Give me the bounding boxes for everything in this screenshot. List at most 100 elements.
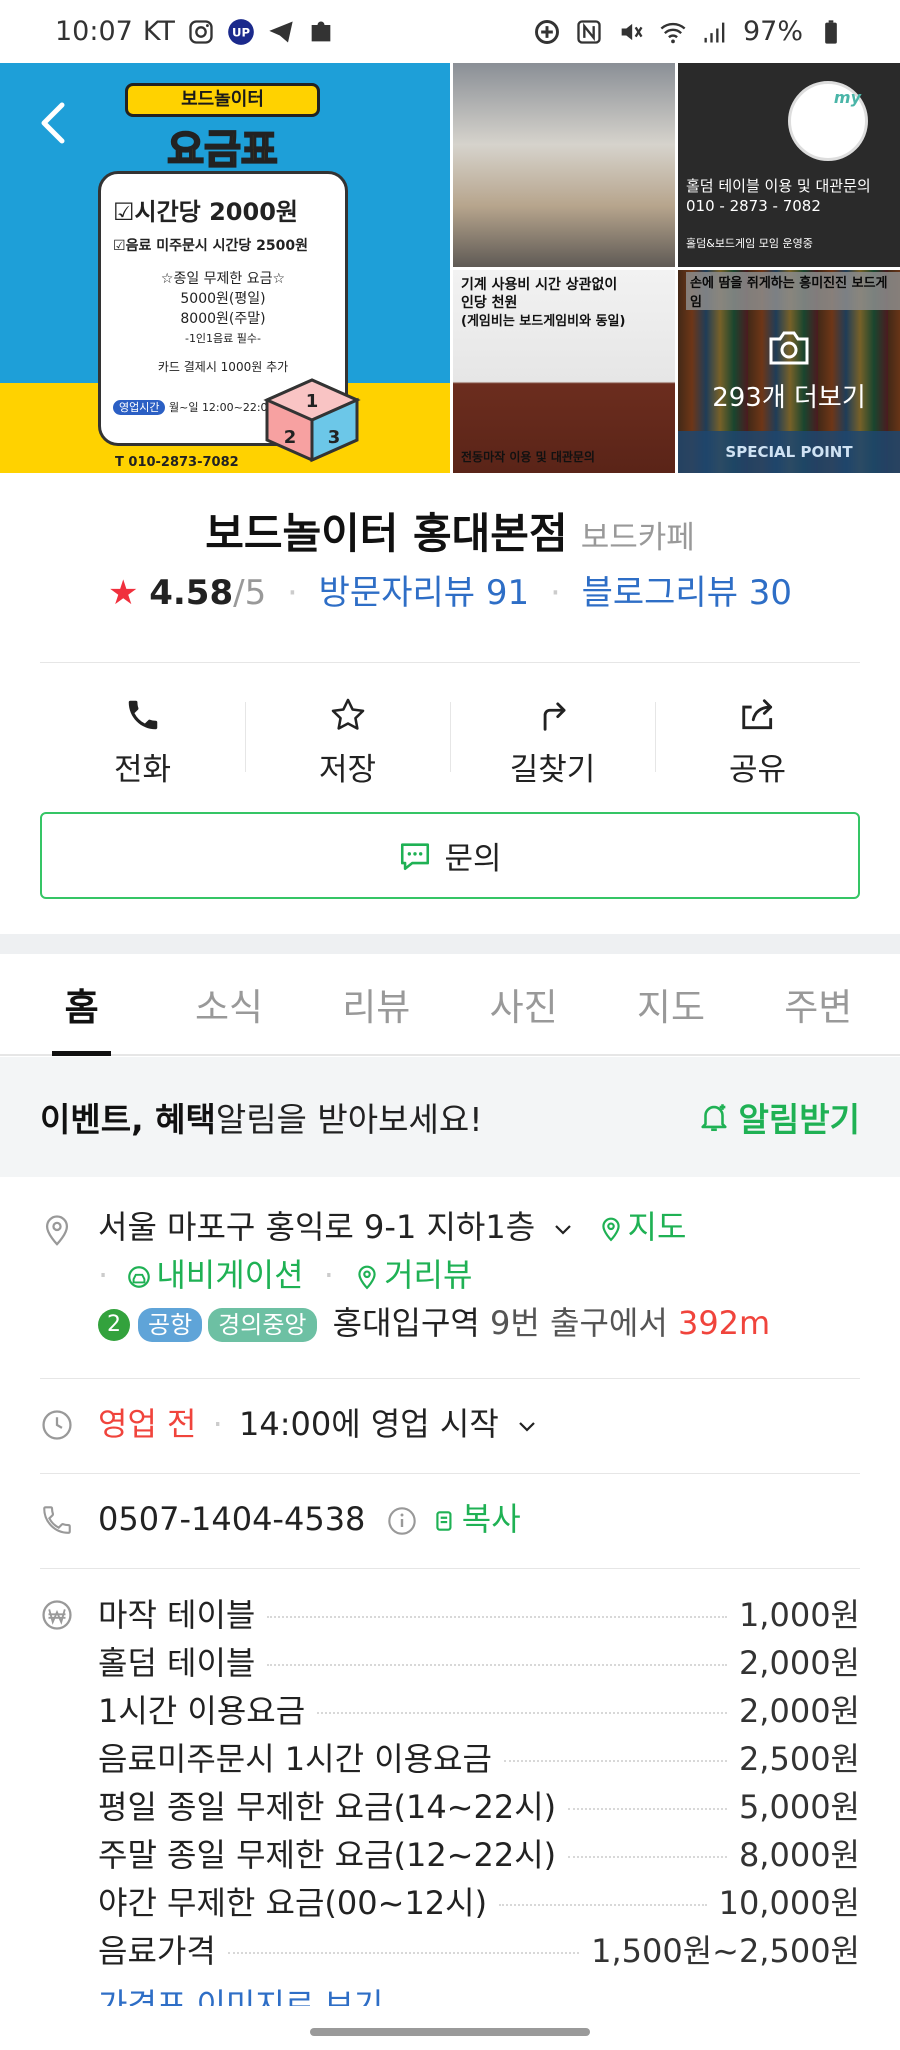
- svg-text:1: 1: [306, 391, 319, 412]
- tab-home[interactable]: 홈: [8, 954, 155, 1056]
- photo-caption: 홀덤 테이블 이용 및 대관문의: [686, 177, 871, 195]
- won-icon: [42, 1600, 72, 1630]
- location-pin-icon: [45, 1215, 69, 1246]
- station-name: 홍대입구역: [332, 1304, 480, 1342]
- save-label: 저장: [318, 751, 377, 788]
- share-icon: [741, 698, 772, 729]
- directions-button[interactable]: 길찾기: [450, 692, 655, 792]
- signal-icon: [704, 22, 725, 42]
- notification-banner: 이벤트, 혜택 알림을 받아보세요! 알림받기: [0, 1057, 900, 1177]
- tab-map[interactable]: 지도: [597, 954, 744, 1054]
- copy-icon: [436, 1511, 452, 1531]
- wifi-icon: [660, 22, 686, 43]
- more-photos-label: 293개 더보기: [712, 382, 866, 413]
- chevron-down-icon[interactable]: [515, 1414, 539, 1438]
- call-button[interactable]: 전화: [40, 692, 245, 792]
- open-time: 14:00에 영업 시작: [239, 1405, 499, 1443]
- camera-icon: [769, 331, 809, 365]
- inquiry-label: 문의: [444, 841, 502, 877]
- price-row: 야간 무제한 요금(00~12시) 10,000원: [98, 1884, 860, 1922]
- svg-text:2: 2: [284, 427, 297, 448]
- tab-reviews[interactable]: 리뷰: [303, 954, 450, 1054]
- photo-caption: 인당 천원: [461, 294, 518, 311]
- place-name: 보드놀이터 홍대본점: [205, 509, 568, 558]
- tab-news[interactable]: 소식: [155, 954, 302, 1054]
- separator-dot: ·: [287, 573, 298, 613]
- address-body: 서울 마포구 홍익로 9-1 지하1층 지도 · 내비게이션 · 거리뷰 2 공항…: [98, 1203, 860, 1347]
- photo-gallery[interactable]: 보드놀이터 요금표 ☑시간당 2000원 ☑음료 미주문시 시간당 2500원 …: [0, 63, 900, 473]
- rating-value: 4.58: [149, 573, 234, 613]
- poster-line: ☑음료 미주문시 시간당 2500원: [113, 238, 308, 254]
- gyeongui-line-badge: 경의중앙: [208, 1308, 317, 1342]
- address-text[interactable]: 서울 마포구 홍익로 9-1 지하1층: [98, 1208, 535, 1246]
- phone-number[interactable]: 0507-1404-4538: [98, 1500, 365, 1538]
- back-arrow-icon[interactable]: [30, 93, 80, 153]
- tab-photos[interactable]: 사진: [450, 954, 597, 1054]
- share-button[interactable]: 공유: [655, 692, 860, 792]
- gallery-photo[interactable]: my 홀덤 테이블 이용 및 대관문의 010 - 2873 - 7082 홀덤…: [678, 63, 900, 267]
- section-gap: [0, 934, 900, 954]
- star-icon: ★: [107, 573, 139, 613]
- puzzle-icon: [311, 21, 331, 41]
- poster-line: ☆종일 무제한 요금☆: [160, 271, 286, 287]
- bell-plus-icon: [700, 1104, 727, 1132]
- poster-line: -1인1음료 필수-: [184, 332, 262, 345]
- divider: [40, 1568, 860, 1569]
- poster-phone: T 010-2873-7082: [115, 455, 239, 470]
- price-row: 홀덤 테이블 2,000원: [98, 1644, 860, 1682]
- gallery-photo[interactable]: 기계 사용비 시간 상관없이 인당 천원 (게임비는 보드게임비와 동일) 전동…: [453, 269, 675, 473]
- notice-bold: 이벤트, 혜택: [40, 1100, 216, 1139]
- notice-text: 알림을 받아보세요!: [215, 1100, 483, 1139]
- street-view-link[interactable]: 거리뷰: [354, 1256, 472, 1294]
- map-pin-icon: [601, 1217, 620, 1242]
- price-list: 마작 테이블 1,000원 홀덤 테이블 2,000원 1시간 이용요금 2,000원…: [98, 1590, 860, 1974]
- home-indicator[interactable]: [310, 2028, 590, 2036]
- chevron-down-icon[interactable]: [551, 1217, 575, 1241]
- poster-line: 카드 결제시 1000원 추가: [157, 360, 289, 374]
- price-row: 평일 종일 무제한 요금(14~22시) 5,000원: [98, 1788, 860, 1826]
- price-row: 1시간 이용요금 2,000원: [98, 1692, 860, 1730]
- svg-text:UP: UP: [232, 25, 250, 39]
- phone-outline-icon: [43, 1506, 71, 1534]
- business-status: 영업 전: [98, 1405, 197, 1443]
- save-button[interactable]: 저장: [245, 692, 450, 792]
- photo-caption: 기계 사용비 시간 상관없이: [461, 276, 618, 293]
- address-line: 서울 마포구 홍익로 9-1 지하1층 지도: [98, 1203, 860, 1251]
- subscribe-alert-button[interactable]: 알림받기: [697, 1093, 860, 1141]
- inquiry-button[interactable]: 문의: [40, 812, 860, 899]
- poster-line: 8000원(주말): [180, 311, 266, 327]
- gallery-photo[interactable]: [453, 63, 675, 267]
- photo-caption: 010 - 2873 - 7082: [686, 197, 821, 215]
- status-bar: 10:07 KT UP 97%: [0, 0, 900, 63]
- map-link[interactable]: 지도: [598, 1208, 686, 1246]
- poster-tag: 보드놀이터: [125, 83, 320, 117]
- battery-icon: [825, 19, 837, 44]
- visitor-reviews-link[interactable]: 방문자리뷰 91: [319, 573, 529, 613]
- gallery-grid: my 홀덤 테이블 이용 및 대관문의 010 - 2873 - 7082 홀덤…: [453, 63, 900, 473]
- car-icon: [128, 1266, 151, 1288]
- action-bar: 전화 저장 길찾기 공유: [40, 692, 860, 792]
- subway-line-2-badge: 2: [98, 1309, 130, 1341]
- status-time: 10:07: [55, 16, 133, 47]
- gallery-more-photo[interactable]: 손에 땀을 쥐게하는 흥미진진 보드게임 293개 더보기 SPECIAL PO…: [678, 269, 900, 473]
- phone-body: 0507-1404-4538 복사: [98, 1495, 860, 1543]
- navigation-link[interactable]: 내비게이션: [126, 1256, 313, 1294]
- hours-row[interactable]: 영업 전 · 14:00에 영업 시작: [40, 1400, 860, 1452]
- tab-nearby[interactable]: 주변: [745, 954, 892, 1054]
- blog-reviews-link[interactable]: 블로그리뷰 30: [582, 573, 792, 613]
- phone-row: 0507-1404-4538 복사: [40, 1495, 860, 1547]
- price-row: 음료미주문시 1시간 이용요금 2,500원: [98, 1740, 860, 1778]
- info-icon[interactable]: [386, 1505, 418, 1537]
- price-image-link[interactable]: 가격표 이미지로 보기: [98, 1980, 383, 2006]
- star-outline-icon: [331, 698, 364, 730]
- exit-text: 9번 출구에서: [490, 1304, 668, 1342]
- poster-line: 5000원(평일): [180, 291, 266, 307]
- tab-bar: 홈 소식 리뷰 사진 지도 주변: [0, 954, 900, 1056]
- photo-caption: 전동마작 이용 및 대관문의: [461, 449, 595, 464]
- copy-button[interactable]: 복사: [432, 1500, 521, 1538]
- directions-icon: [543, 701, 566, 731]
- directions-label: 길찾기: [509, 751, 596, 788]
- gallery-main-photo[interactable]: 보드놀이터 요금표 ☑시간당 2000원 ☑음료 미주문시 시간당 2500원 …: [0, 63, 450, 473]
- divider: [40, 662, 860, 663]
- street-view-pin-icon: [358, 1265, 376, 1290]
